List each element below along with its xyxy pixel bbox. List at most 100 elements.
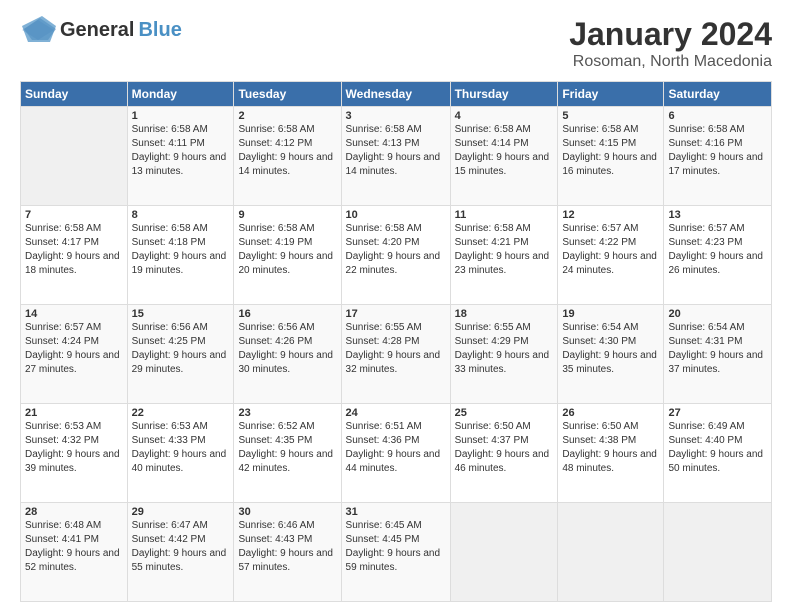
calendar-cell <box>664 503 772 602</box>
day-number: 25 <box>455 407 554 419</box>
day-info: Sunrise: 6:57 AM Sunset: 4:22 PM Dayligh… <box>562 222 659 278</box>
calendar-cell: 4Sunrise: 6:58 AM Sunset: 4:14 PM Daylig… <box>450 107 558 206</box>
day-number: 31 <box>346 506 446 518</box>
day-info: Sunrise: 6:46 AM Sunset: 4:43 PM Dayligh… <box>238 519 336 575</box>
day-number: 26 <box>562 407 659 419</box>
day-info: Sunrise: 6:58 AM Sunset: 4:21 PM Dayligh… <box>455 222 554 278</box>
day-number: 24 <box>346 407 446 419</box>
day-info: Sunrise: 6:51 AM Sunset: 4:36 PM Dayligh… <box>346 420 446 476</box>
calendar-cell: 31Sunrise: 6:45 AM Sunset: 4:45 PM Dayli… <box>341 503 450 602</box>
day-info: Sunrise: 6:58 AM Sunset: 4:19 PM Dayligh… <box>238 222 336 278</box>
day-info: Sunrise: 6:53 AM Sunset: 4:32 PM Dayligh… <box>25 420 123 476</box>
main-title: January 2024 <box>569 16 772 53</box>
col-monday: Monday <box>127 82 234 107</box>
col-thursday: Thursday <box>450 82 558 107</box>
day-number: 13 <box>668 209 767 221</box>
calendar-week-0: 1Sunrise: 6:58 AM Sunset: 4:11 PM Daylig… <box>21 107 772 206</box>
calendar-cell: 3Sunrise: 6:58 AM Sunset: 4:13 PM Daylig… <box>341 107 450 206</box>
day-info: Sunrise: 6:48 AM Sunset: 4:41 PM Dayligh… <box>25 519 123 575</box>
calendar-cell: 2Sunrise: 6:58 AM Sunset: 4:12 PM Daylig… <box>234 107 341 206</box>
day-number: 15 <box>132 308 230 320</box>
col-friday: Friday <box>558 82 664 107</box>
day-number: 2 <box>238 110 336 122</box>
day-info: Sunrise: 6:58 AM Sunset: 4:16 PM Dayligh… <box>668 123 767 179</box>
col-wednesday: Wednesday <box>341 82 450 107</box>
day-info: Sunrise: 6:58 AM Sunset: 4:20 PM Dayligh… <box>346 222 446 278</box>
day-number: 28 <box>25 506 123 518</box>
calendar-cell: 10Sunrise: 6:58 AM Sunset: 4:20 PM Dayli… <box>341 206 450 305</box>
calendar-cell: 24Sunrise: 6:51 AM Sunset: 4:36 PM Dayli… <box>341 404 450 503</box>
day-info: Sunrise: 6:58 AM Sunset: 4:14 PM Dayligh… <box>455 123 554 179</box>
calendar-cell: 20Sunrise: 6:54 AM Sunset: 4:31 PM Dayli… <box>664 305 772 404</box>
calendar-table: Sunday Monday Tuesday Wednesday Thursday… <box>20 81 772 602</box>
header-row: Sunday Monday Tuesday Wednesday Thursday… <box>21 82 772 107</box>
day-info: Sunrise: 6:50 AM Sunset: 4:38 PM Dayligh… <box>562 420 659 476</box>
calendar-cell: 15Sunrise: 6:56 AM Sunset: 4:25 PM Dayli… <box>127 305 234 404</box>
title-block: January 2024 Rosoman, North Macedonia <box>569 16 772 71</box>
calendar-cell: 1Sunrise: 6:58 AM Sunset: 4:11 PM Daylig… <box>127 107 234 206</box>
day-info: Sunrise: 6:58 AM Sunset: 4:18 PM Dayligh… <box>132 222 230 278</box>
calendar-cell: 22Sunrise: 6:53 AM Sunset: 4:33 PM Dayli… <box>127 404 234 503</box>
calendar-cell: 11Sunrise: 6:58 AM Sunset: 4:21 PM Dayli… <box>450 206 558 305</box>
day-info: Sunrise: 6:58 AM Sunset: 4:12 PM Dayligh… <box>238 123 336 179</box>
day-info: Sunrise: 6:55 AM Sunset: 4:29 PM Dayligh… <box>455 321 554 377</box>
day-number: 4 <box>455 110 554 122</box>
col-tuesday: Tuesday <box>234 82 341 107</box>
header: GeneralBlue January 2024 Rosoman, North … <box>20 16 772 71</box>
day-number: 8 <box>132 209 230 221</box>
calendar-week-1: 7Sunrise: 6:58 AM Sunset: 4:17 PM Daylig… <box>21 206 772 305</box>
day-info: Sunrise: 6:47 AM Sunset: 4:42 PM Dayligh… <box>132 519 230 575</box>
calendar-cell: 6Sunrise: 6:58 AM Sunset: 4:16 PM Daylig… <box>664 107 772 206</box>
calendar-cell: 29Sunrise: 6:47 AM Sunset: 4:42 PM Dayli… <box>127 503 234 602</box>
col-sunday: Sunday <box>21 82 128 107</box>
calendar-cell: 5Sunrise: 6:58 AM Sunset: 4:15 PM Daylig… <box>558 107 664 206</box>
day-number: 9 <box>238 209 336 221</box>
day-info: Sunrise: 6:45 AM Sunset: 4:45 PM Dayligh… <box>346 519 446 575</box>
day-info: Sunrise: 6:55 AM Sunset: 4:28 PM Dayligh… <box>346 321 446 377</box>
logo-general-text: General <box>60 19 134 42</box>
calendar-cell: 19Sunrise: 6:54 AM Sunset: 4:30 PM Dayli… <box>558 305 664 404</box>
day-info: Sunrise: 6:52 AM Sunset: 4:35 PM Dayligh… <box>238 420 336 476</box>
logo: GeneralBlue <box>20 16 182 44</box>
calendar-cell: 17Sunrise: 6:55 AM Sunset: 4:28 PM Dayli… <box>341 305 450 404</box>
calendar-body: 1Sunrise: 6:58 AM Sunset: 4:11 PM Daylig… <box>21 107 772 602</box>
day-number: 14 <box>25 308 123 320</box>
day-info: Sunrise: 6:54 AM Sunset: 4:30 PM Dayligh… <box>562 321 659 377</box>
calendar-cell: 16Sunrise: 6:56 AM Sunset: 4:26 PM Dayli… <box>234 305 341 404</box>
calendar-cell: 12Sunrise: 6:57 AM Sunset: 4:22 PM Dayli… <box>558 206 664 305</box>
day-number: 10 <box>346 209 446 221</box>
day-info: Sunrise: 6:56 AM Sunset: 4:26 PM Dayligh… <box>238 321 336 377</box>
day-number: 7 <box>25 209 123 221</box>
calendar-cell <box>450 503 558 602</box>
page: GeneralBlue January 2024 Rosoman, North … <box>0 0 792 612</box>
day-info: Sunrise: 6:57 AM Sunset: 4:23 PM Dayligh… <box>668 222 767 278</box>
calendar-week-2: 14Sunrise: 6:57 AM Sunset: 4:24 PM Dayli… <box>21 305 772 404</box>
calendar-cell: 23Sunrise: 6:52 AM Sunset: 4:35 PM Dayli… <box>234 404 341 503</box>
day-number: 1 <box>132 110 230 122</box>
day-info: Sunrise: 6:56 AM Sunset: 4:25 PM Dayligh… <box>132 321 230 377</box>
day-number: 16 <box>238 308 336 320</box>
day-number: 27 <box>668 407 767 419</box>
calendar-cell: 30Sunrise: 6:46 AM Sunset: 4:43 PM Dayli… <box>234 503 341 602</box>
calendar-cell <box>558 503 664 602</box>
day-number: 17 <box>346 308 446 320</box>
day-info: Sunrise: 6:58 AM Sunset: 4:15 PM Dayligh… <box>562 123 659 179</box>
day-info: Sunrise: 6:49 AM Sunset: 4:40 PM Dayligh… <box>668 420 767 476</box>
day-info: Sunrise: 6:57 AM Sunset: 4:24 PM Dayligh… <box>25 321 123 377</box>
day-number: 5 <box>562 110 659 122</box>
day-number: 11 <box>455 209 554 221</box>
calendar-cell: 8Sunrise: 6:58 AM Sunset: 4:18 PM Daylig… <box>127 206 234 305</box>
calendar-week-3: 21Sunrise: 6:53 AM Sunset: 4:32 PM Dayli… <box>21 404 772 503</box>
calendar-cell: 28Sunrise: 6:48 AM Sunset: 4:41 PM Dayli… <box>21 503 128 602</box>
calendar-cell: 9Sunrise: 6:58 AM Sunset: 4:19 PM Daylig… <box>234 206 341 305</box>
calendar-cell: 14Sunrise: 6:57 AM Sunset: 4:24 PM Dayli… <box>21 305 128 404</box>
day-info: Sunrise: 6:58 AM Sunset: 4:11 PM Dayligh… <box>132 123 230 179</box>
logo-icon <box>20 16 56 44</box>
calendar-cell: 13Sunrise: 6:57 AM Sunset: 4:23 PM Dayli… <box>664 206 772 305</box>
day-info: Sunrise: 6:58 AM Sunset: 4:13 PM Dayligh… <box>346 123 446 179</box>
day-number: 19 <box>562 308 659 320</box>
day-number: 29 <box>132 506 230 518</box>
day-number: 20 <box>668 308 767 320</box>
day-info: Sunrise: 6:54 AM Sunset: 4:31 PM Dayligh… <box>668 321 767 377</box>
calendar-cell: 21Sunrise: 6:53 AM Sunset: 4:32 PM Dayli… <box>21 404 128 503</box>
